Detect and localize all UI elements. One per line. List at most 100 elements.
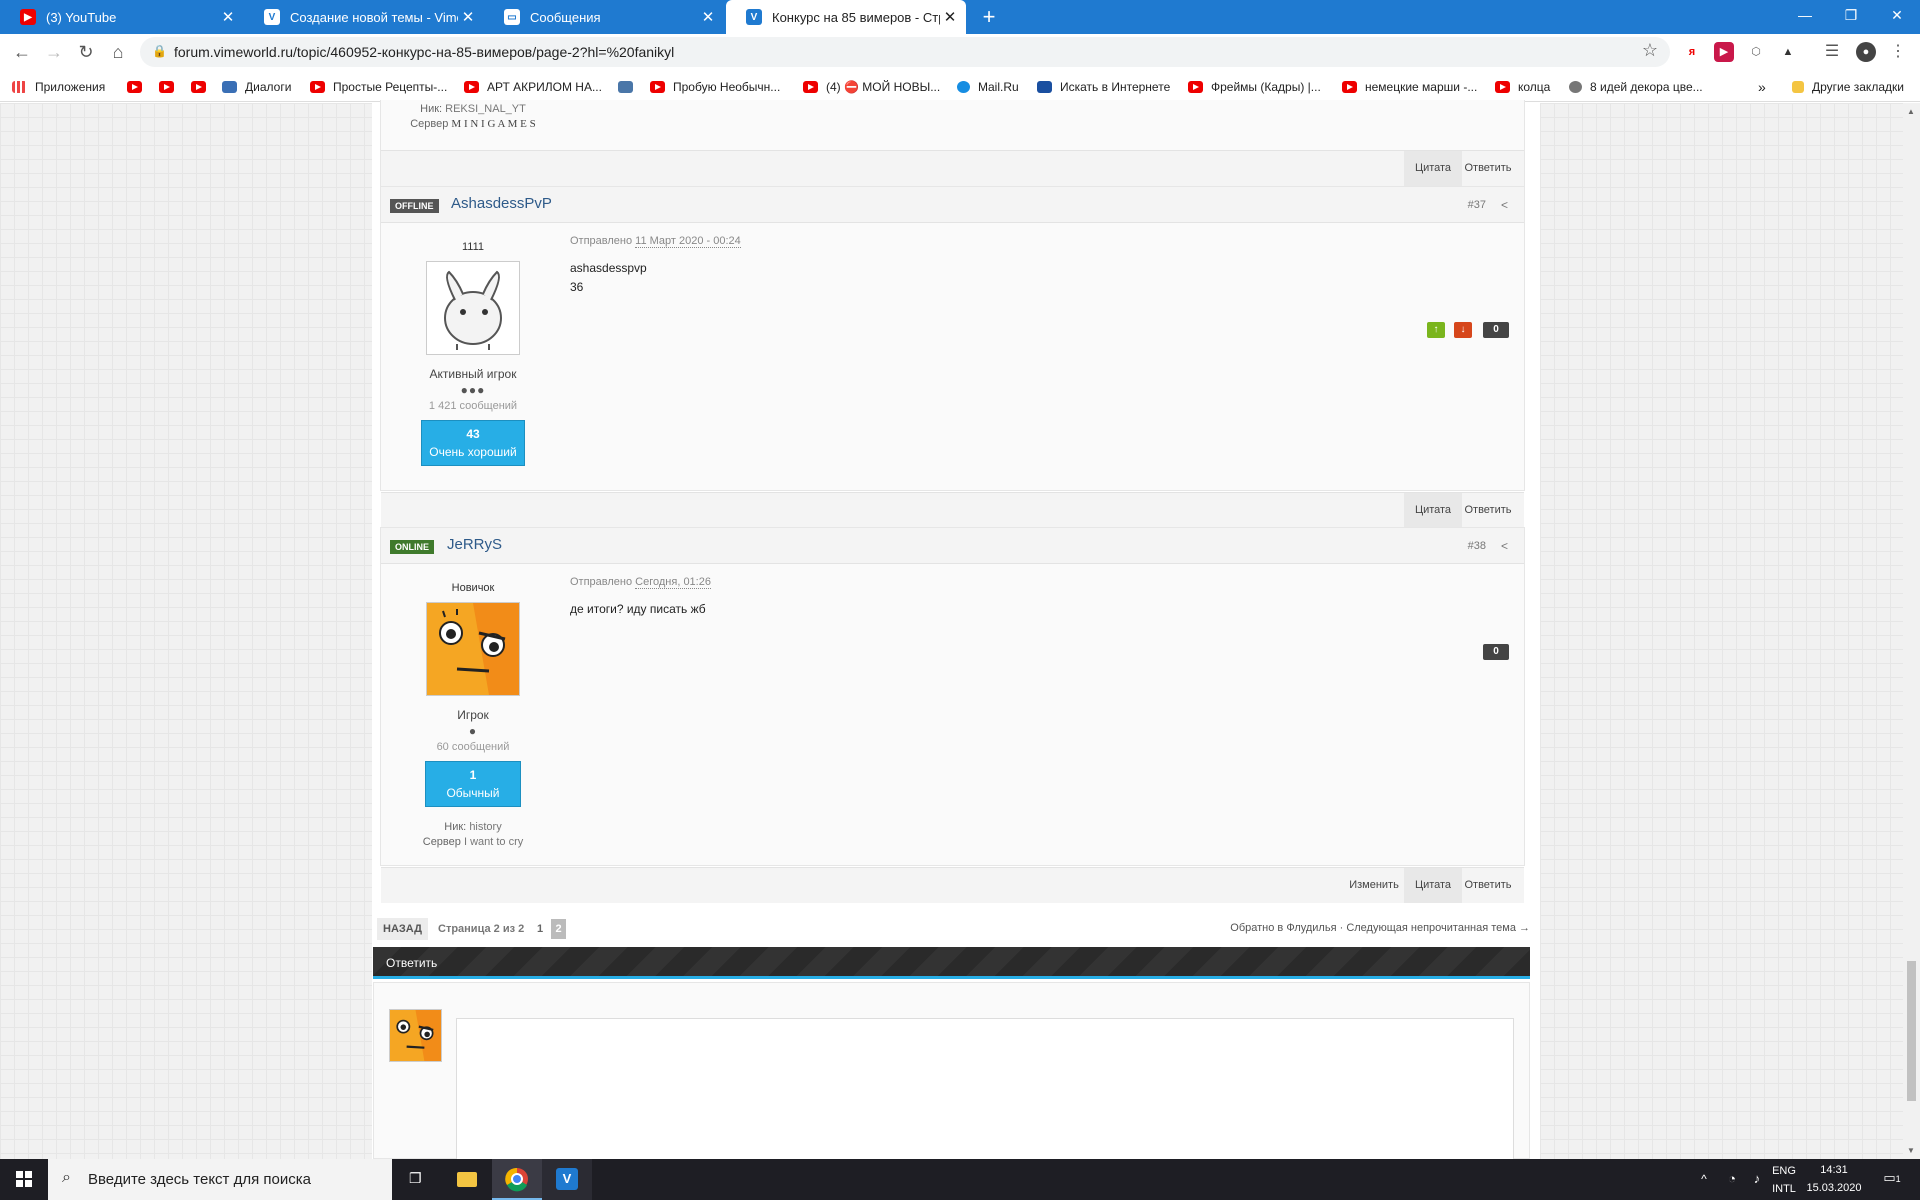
bookmark-decor[interactable]: 8 идей декора цве... [1569, 78, 1703, 96]
bookmark-youtube[interactable] [191, 78, 214, 96]
back-page-button[interactable]: НАЗАД [377, 918, 428, 940]
post-author-link[interactable]: JeRRyS [447, 536, 502, 553]
reply-editor[interactable] [456, 1018, 1514, 1168]
close-icon[interactable]: ✕ [940, 8, 960, 26]
bookmark-rings[interactable]: колца [1495, 78, 1550, 96]
language-indicator[interactable]: ENG INTL [1770, 1165, 1798, 1200]
notifications-icon[interactable]: ▭1 [1874, 1170, 1910, 1200]
avatar[interactable]: ● [1856, 42, 1876, 62]
clock[interactable]: 14:31 15.03.2020 [1800, 1164, 1868, 1200]
post-number-link[interactable]: #37 [1468, 199, 1486, 211]
reading-list-icon[interactable]: ☰ [1822, 42, 1842, 62]
tab-youtube[interactable]: ▶ (3) YouTube ✕ [0, 0, 244, 34]
scrollbar-thumb[interactable] [1907, 961, 1916, 1101]
close-icon[interactable]: ✕ [698, 8, 718, 26]
chrome-taskbar-button[interactable] [492, 1159, 542, 1200]
scroll-up-arrow-icon[interactable]: ▲ [1907, 107, 1915, 116]
rank-pips: ●●● [460, 383, 486, 397]
wifi-icon[interactable]: ◔ [1720, 1171, 1744, 1200]
post-footer: Цитата Ответить [381, 150, 1524, 186]
vimeworld-icon: V [556, 1168, 578, 1190]
back-button[interactable]: ← [10, 40, 34, 64]
tab-create-topic[interactable]: V Создание новой темы - VimeWorld ✕ [244, 0, 484, 34]
bookmark-label: Искать в Интернете [1060, 80, 1171, 94]
bookmark-search[interactable]: Искать в Интернете [1037, 78, 1170, 96]
user-title: Новичок [451, 582, 495, 594]
post-body: де итоги? иду писать жб [570, 600, 706, 619]
bookmark-label: Пробую Необычн... [673, 80, 781, 94]
bookmark-apps[interactable]: Приложения [12, 78, 105, 96]
forward-button[interactable]: → [42, 40, 66, 64]
globe-icon [1569, 81, 1582, 93]
bookmark-vk[interactable] [618, 78, 641, 96]
minimize-button[interactable]: — [1782, 0, 1828, 34]
volume-icon[interactable]: ♪ [1746, 1171, 1768, 1200]
vote-down-arrow-icon[interactable]: ↓ [1454, 322, 1472, 338]
topic-navigation-links[interactable]: Обратно в Флудилья · Следующая непрочита… [1230, 922, 1530, 934]
share-icon[interactable]: < [1501, 539, 1508, 553]
home-button[interactable]: ⌂ [106, 40, 130, 64]
reply-button[interactable]: Ответить [1462, 868, 1514, 903]
youtube-icon [464, 81, 479, 93]
bookmark-art[interactable]: АРТ АКРИЛОМ НА... [464, 78, 602, 96]
bookmark-youtube[interactable] [159, 78, 182, 96]
task-view-button[interactable]: ❐ [392, 1159, 442, 1200]
address-bar[interactable]: 🔒 forum.vimeworld.ru/topic/460952-конкур… [140, 37, 1670, 67]
bookmark-mailru[interactable]: Mail.Ru [957, 78, 1019, 96]
page-1-link[interactable]: 1 [537, 923, 543, 935]
start-button[interactable] [0, 1159, 48, 1200]
bookmark-youtube[interactable] [127, 78, 150, 96]
nick-value: REKSI_NAL_YT [445, 103, 526, 115]
post-number-link[interactable]: #38 [1468, 540, 1486, 552]
bookmark-label: немецкие марши -... [1365, 80, 1478, 94]
maximize-button[interactable]: ❐ [1828, 0, 1874, 34]
reply-button[interactable]: Ответить [1462, 151, 1514, 186]
chat-icon [222, 81, 237, 93]
reply-title: Ответить [386, 956, 438, 970]
close-icon[interactable]: ✕ [458, 8, 478, 26]
bookmark-recipes[interactable]: Простые Рецепты-... [310, 78, 447, 96]
quote-button[interactable]: Цитата [1404, 868, 1462, 903]
user-title: 1111 [461, 241, 485, 253]
media-extension-icon[interactable]: ▶ [1714, 42, 1734, 62]
extension-icon[interactable]: ⬡ [1746, 42, 1766, 62]
quote-button[interactable]: Цитата [1404, 493, 1462, 528]
bookmark-dialogs[interactable]: Диалоги [222, 78, 291, 96]
quote-button[interactable]: Цитата [1404, 151, 1462, 186]
keyboard-layout-label: INTL [1772, 1183, 1796, 1195]
post-author-link[interactable]: AshasdessPvP [451, 195, 552, 212]
close-window-button[interactable]: ✕ [1874, 0, 1920, 34]
server-value: M I N I G A M E S [451, 118, 536, 130]
show-hidden-icons-chevron-icon[interactable]: ^ [1692, 1172, 1716, 1200]
close-icon[interactable]: ✕ [218, 8, 238, 26]
bookmarks-overflow-chevron-icon[interactable]: » [1758, 78, 1766, 96]
bookmark-try[interactable]: Пробую Необычн... [650, 78, 780, 96]
taskbar-search-input[interactable]: ⌕ Введите здесь текст для поиска [48, 1159, 392, 1200]
menu-kebab-icon[interactable]: ⋮ [1888, 42, 1908, 62]
page-2-current: 2 [551, 919, 566, 939]
scroll-down-arrow-icon[interactable]: ▼ [1907, 1146, 1915, 1155]
bookmark-frames[interactable]: Фреймы (Кадры) |... [1188, 78, 1321, 96]
bookmark-new[interactable]: (4) ⛔ МОЙ НОВЫ... [803, 78, 940, 96]
youtube-icon [1495, 81, 1510, 93]
bookmark-other[interactable]: Другие закладки [1792, 78, 1904, 96]
edit-button[interactable]: Изменить [1344, 868, 1404, 903]
share-icon[interactable]: < [1501, 198, 1508, 212]
vpn-extension-icon[interactable]: ▲ [1778, 42, 1798, 62]
post-count: 60 сообщений [436, 741, 510, 753]
yandex-icon[interactable]: я [1682, 42, 1702, 62]
bookmark-marches[interactable]: немецкие марши -... [1342, 78, 1477, 96]
file-explorer-button[interactable] [442, 1159, 492, 1200]
reload-button[interactable]: ↻ [74, 40, 98, 64]
tab-contest[interactable]: V Конкурс на 85 вимеров - Страница 2 ✕ [726, 0, 966, 34]
bookmark-star-icon[interactable]: ☆ [1642, 40, 1658, 61]
vote-up-arrow-icon[interactable]: ↑ [1427, 322, 1445, 338]
reply-form [373, 982, 1530, 1168]
page-scrollbar[interactable]: ▲ ▼ [1903, 103, 1920, 1159]
reply-button[interactable]: Ответить [1462, 493, 1514, 528]
vimeworld-taskbar-button[interactable]: V [542, 1159, 592, 1200]
new-tab-button[interactable]: + [976, 4, 1002, 30]
avatar[interactable] [426, 602, 520, 696]
avatar[interactable] [426, 261, 520, 355]
tab-messages[interactable]: ▭ Сообщения ✕ [484, 0, 724, 34]
